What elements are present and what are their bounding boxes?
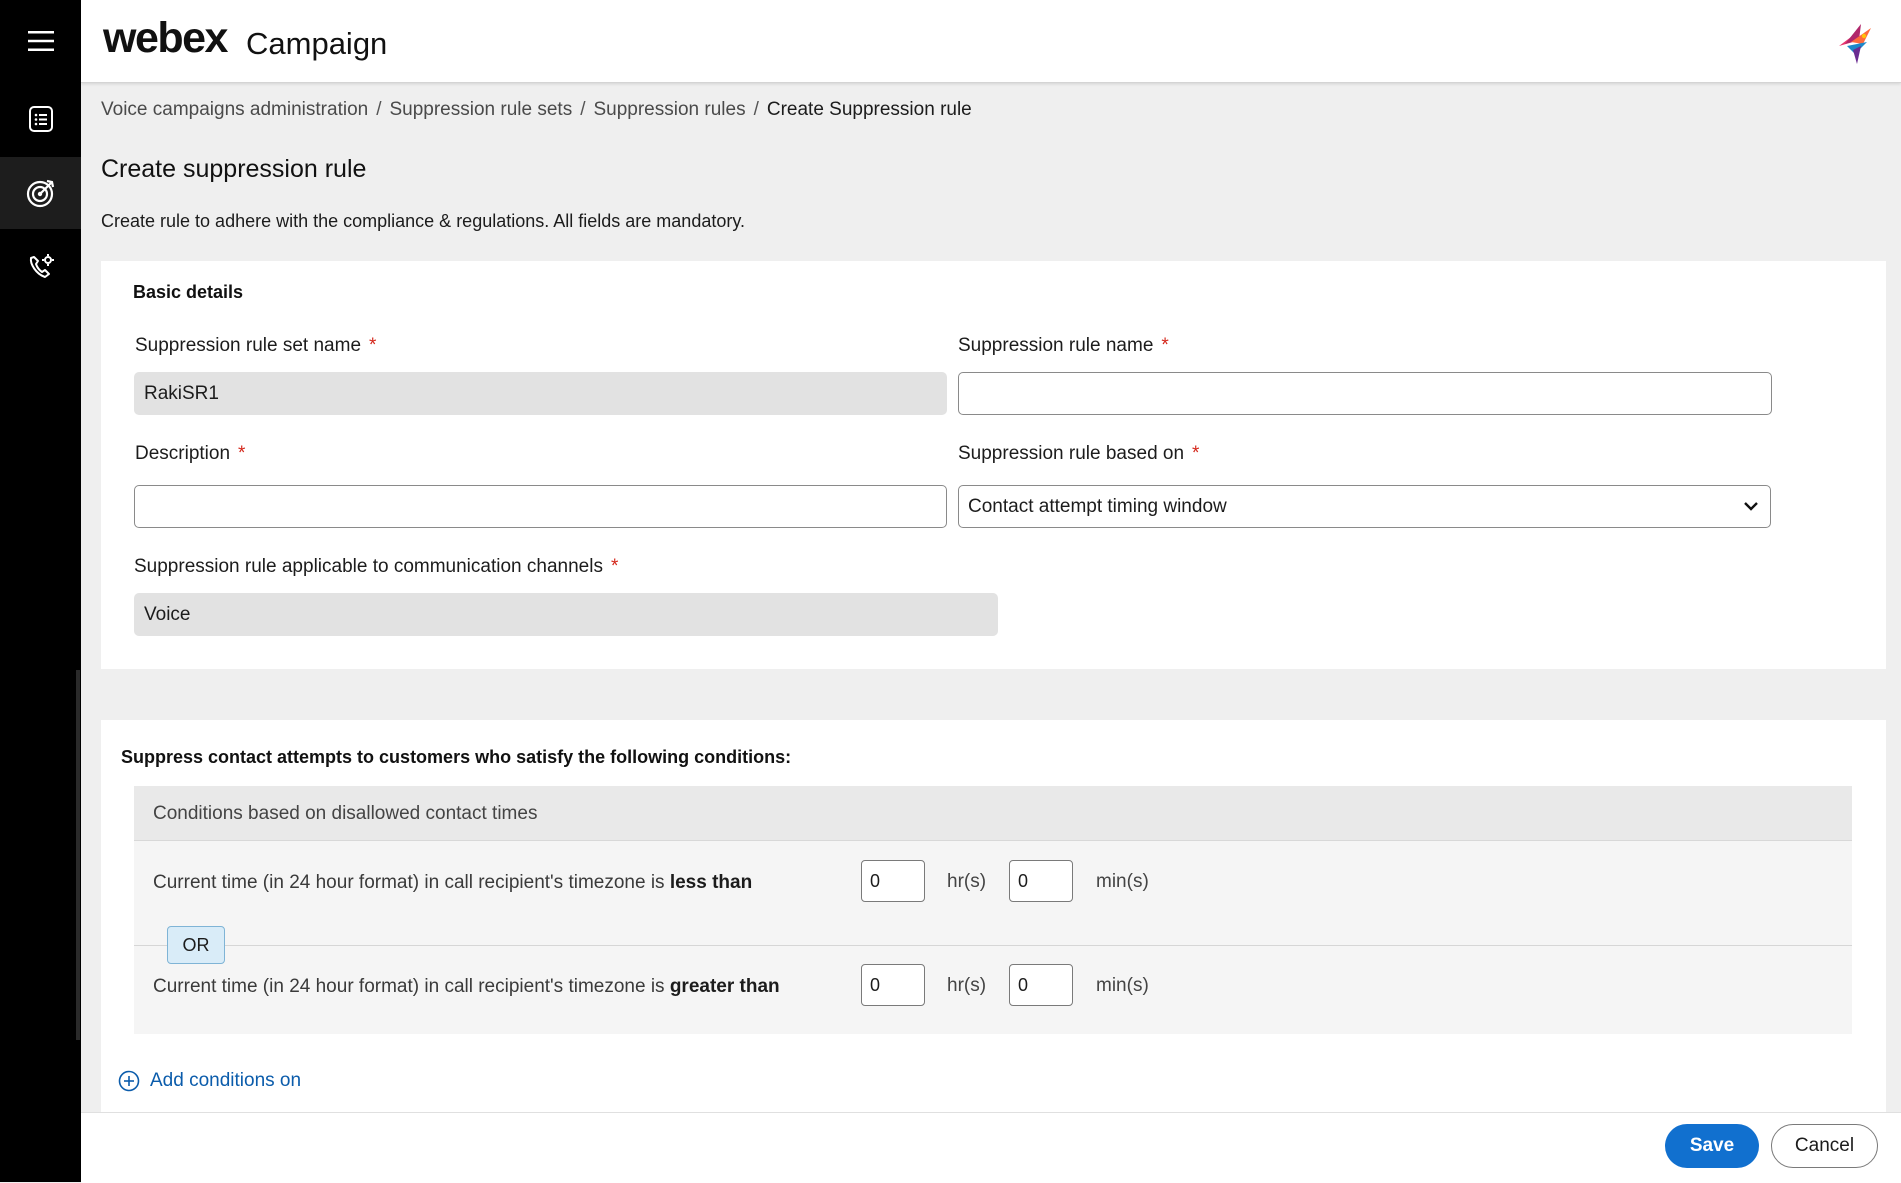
required-marker: *	[238, 443, 246, 464]
required-marker: *	[1192, 443, 1200, 464]
or-operator-badge[interactable]: OR	[167, 926, 225, 964]
or-divider	[134, 945, 1852, 946]
list-document-icon	[28, 106, 53, 132]
sidebar-item-voice-settings[interactable]	[0, 231, 81, 303]
rule-set-name-label: Suppression rule set name *	[135, 335, 377, 356]
required-marker: *	[610, 556, 619, 577]
sidebar	[0, 0, 81, 1182]
save-button[interactable]: Save	[1665, 1124, 1759, 1168]
conditions-panel: Conditions based on disallowed contact t…	[134, 786, 1852, 1034]
chevron-down-icon	[1744, 502, 1758, 511]
channels-field: Voice	[134, 593, 998, 636]
minutes-unit-label: min(s)	[1096, 871, 1149, 892]
based-on-label: Suppression rule based on *	[958, 443, 1200, 464]
conditions-panel-title: Conditions based on disallowed contact t…	[153, 803, 538, 824]
form-footer: Save Cancel	[81, 1112, 1901, 1183]
breadcrumb-separator: /	[580, 99, 586, 120]
greater-than-hours-input[interactable]: 0	[861, 964, 925, 1006]
based-on-selected-value: Contact attempt timing window	[968, 495, 1227, 517]
breadcrumb-suppression-rules[interactable]: Suppression rules	[593, 99, 745, 121]
hours-unit-label: hr(s)	[947, 975, 987, 996]
conditions-heading: Suppress contact attempts to customers w…	[121, 747, 792, 767]
sidebar-item-campaigns[interactable]	[0, 157, 81, 229]
breadcrumb-separator: /	[376, 99, 382, 120]
less-than-minutes-input[interactable]: 0	[1009, 860, 1073, 902]
product-name: Campaign	[246, 26, 388, 61]
rule-set-name-field: RakiSR1	[134, 372, 947, 415]
less-than-hours-input[interactable]: 0	[861, 860, 925, 902]
description-label: Description *	[135, 443, 246, 464]
required-marker: *	[369, 335, 377, 356]
add-conditions-button[interactable]: Add conditions on	[118, 1070, 301, 1092]
breadcrumb-separator: /	[753, 99, 759, 120]
breadcrumb-current-page: Create Suppression rule	[766, 99, 972, 120]
target-icon	[26, 179, 54, 208]
page-subtitle: Create rule to adhere with the complianc…	[101, 211, 746, 231]
based-on-select[interactable]: Contact attempt timing window	[958, 485, 1771, 528]
minutes-unit-label: min(s)	[1096, 975, 1149, 996]
basic-details-card: Basic details Suppression rule set name *…	[101, 261, 1886, 669]
conditions-card: Suppress contact attempts to customers w…	[101, 720, 1886, 1112]
add-conditions-label: Add conditions on	[150, 1070, 302, 1091]
sidebar-item-list[interactable]	[0, 83, 81, 155]
plus-circle-icon	[118, 1070, 140, 1092]
sidebar-scrollbar[interactable]	[76, 670, 80, 1040]
top-header: webex Campaign	[81, 0, 1901, 83]
breadcrumb-voice-campaigns-admin[interactable]: Voice campaigns administration	[101, 99, 368, 121]
rule-name-label: Suppression rule name *	[958, 335, 1169, 356]
operator-greater-than: greater than	[669, 976, 780, 997]
breadcrumb: Voice campaigns administration / Suppres…	[101, 99, 972, 121]
conditions-panel-header: Conditions based on disallowed contact t…	[134, 786, 1852, 841]
hamburger-menu-icon	[27, 31, 54, 51]
webex-logo: webex	[103, 14, 228, 62]
greater-than-minutes-input[interactable]: 0	[1009, 964, 1073, 1006]
phone-settings-icon	[29, 254, 54, 278]
channels-label: Suppression rule applicable to communica…	[134, 556, 619, 577]
hamburger-menu-button[interactable]	[0, 5, 81, 77]
rule-name-input[interactable]	[958, 372, 1772, 415]
operator-less-than: less than	[669, 872, 753, 893]
hours-unit-label: hr(s)	[947, 871, 987, 892]
cancel-button[interactable]: Cancel	[1771, 1124, 1878, 1168]
user-avatar-icon[interactable]	[1831, 20, 1877, 66]
description-input[interactable]	[134, 485, 947, 528]
basic-details-heading: Basic details	[133, 282, 244, 302]
condition-row-greater-than: Current time (in 24 hour format) in call…	[153, 976, 780, 997]
condition-row-less-than: Current time (in 24 hour format) in call…	[153, 872, 753, 893]
breadcrumb-suppression-rule-sets[interactable]: Suppression rule sets	[389, 99, 572, 121]
page-title: Create suppression rule	[101, 155, 367, 183]
required-marker: *	[1161, 335, 1169, 356]
